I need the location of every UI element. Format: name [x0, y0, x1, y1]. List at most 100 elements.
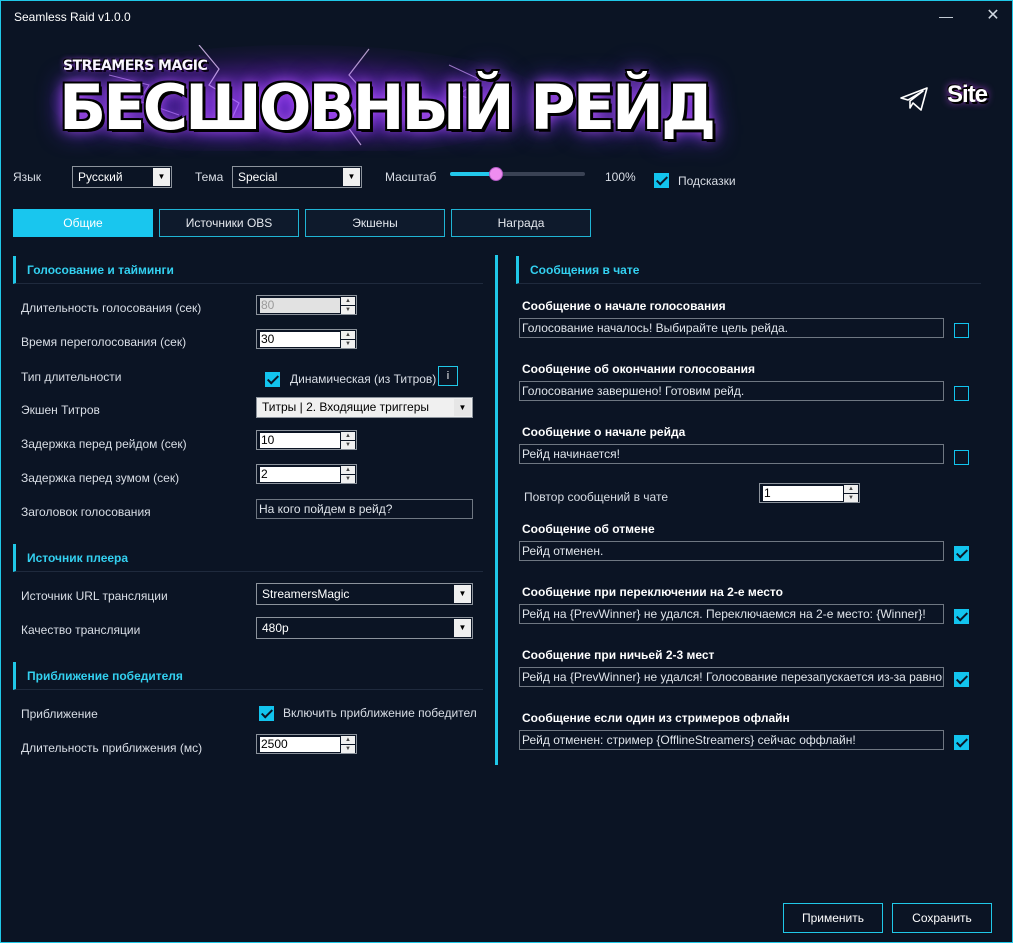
- url-source-select[interactable]: StreamersMagic ▼: [256, 583, 473, 605]
- language-select[interactable]: Русский ▼: [72, 166, 172, 188]
- chevron-down-icon[interactable]: ▼: [844, 494, 858, 502]
- zoom-delay-value: 2: [260, 467, 340, 482]
- raid-delay-label: Задержка перед рейдом (сек): [21, 437, 187, 451]
- scale-slider-thumb[interactable]: [488, 167, 503, 181]
- revote-time-value: 30: [260, 332, 340, 347]
- banner-title: БЕСШОВНЫЙ РЕЙД: [59, 71, 716, 144]
- tab-obs-sources[interactable]: Источники OBS: [159, 209, 299, 237]
- message-title: Сообщение о начале голосования: [522, 299, 726, 313]
- message-checkbox[interactable]: [954, 323, 969, 338]
- vote-title-label: Заголовок голосования: [21, 505, 151, 519]
- tab-reward[interactable]: Награда: [451, 209, 591, 237]
- chevron-up-icon[interactable]: ▲: [341, 331, 355, 339]
- revote-time-stepper[interactable]: 30 ▲ ▼: [256, 329, 357, 349]
- player-section-title: Источник плеера: [27, 551, 129, 565]
- message-input[interactable]: Голосование началось! Выбирайте цель рей…: [519, 318, 944, 338]
- zoom-duration-stepper[interactable]: 2500 ▲ ▼: [256, 734, 357, 754]
- apply-button[interactable]: Применить: [783, 903, 883, 933]
- duration-type-label: Тип длительности: [21, 370, 122, 384]
- minimize-button[interactable]: —: [932, 5, 960, 29]
- message-title: Сообщение о начале рейда: [522, 425, 686, 439]
- message-checkbox[interactable]: [954, 450, 969, 465]
- zoom-enable-label: Включить приближение победител: [283, 706, 477, 720]
- chevron-down-icon: ▼: [454, 399, 471, 416]
- theme-select[interactable]: Special ▼: [232, 166, 362, 188]
- scale-value: 100%: [605, 170, 636, 184]
- chevron-down-icon: ▼: [343, 168, 360, 186]
- raid-delay-value: 10: [260, 433, 340, 448]
- repeat-messages-label: Повтор сообщений в чате: [524, 490, 668, 504]
- vote-duration-label: Длительность голосования (сек): [21, 301, 202, 315]
- close-button[interactable]: ✕: [979, 5, 1007, 29]
- language-label: Язык: [13, 170, 42, 184]
- chevron-down-icon: ▼: [153, 168, 170, 186]
- url-source-label: Источник URL трансляции: [21, 589, 168, 603]
- chevron-up-icon[interactable]: ▲: [341, 466, 355, 474]
- titles-action-value: Титры | 2. Входящие триггеры: [262, 400, 429, 414]
- zoom-label: Приближение: [21, 707, 98, 721]
- chevron-up-icon[interactable]: ▲: [341, 432, 355, 440]
- zoom-enable-checkbox[interactable]: [259, 706, 274, 721]
- message-title: Сообщение об отмене: [522, 522, 655, 536]
- vote-duration-value: 80: [260, 298, 340, 313]
- message-input[interactable]: Рейд на {PrevWinner} не удался! Голосова…: [519, 667, 944, 687]
- save-button[interactable]: Сохранить: [892, 903, 992, 933]
- repeat-messages-stepper[interactable]: 1 ▲ ▼: [759, 483, 860, 503]
- chevron-up-icon[interactable]: ▲: [341, 736, 355, 744]
- info-button[interactable]: i: [438, 366, 458, 386]
- theme-value: Special: [238, 170, 278, 184]
- zoom-section-title: Приближение победителя: [27, 669, 183, 683]
- message-checkbox[interactable]: [954, 609, 969, 624]
- revote-time-label: Время переголосования (сек): [21, 335, 187, 349]
- title-bar: Seamless Raid v1.0.0 — ✕: [1, 1, 1012, 33]
- chevron-down-icon[interactable]: ▼: [341, 745, 355, 753]
- titles-action-label: Экшен Титров: [21, 403, 100, 417]
- message-title: Сообщение если один из стримеров офлайн: [522, 711, 790, 725]
- chevron-down-icon[interactable]: ▼: [341, 340, 355, 348]
- message-input[interactable]: Рейд отменен: стример {OfflineStreamers}…: [519, 730, 944, 750]
- quality-label: Качество трансляции: [21, 623, 141, 637]
- site-link[interactable]: Site: [947, 81, 988, 109]
- dynamic-duration-checkbox[interactable]: [265, 372, 280, 387]
- chevron-up-icon[interactable]: ▲: [341, 297, 355, 305]
- message-input[interactable]: Рейд отменен.: [519, 541, 944, 561]
- chevron-down-icon[interactable]: ▼: [341, 441, 355, 449]
- scale-slider[interactable]: [450, 167, 585, 181]
- chevron-down-icon: ▼: [454, 585, 471, 603]
- chat-section-header: Сообщения в чате: [516, 256, 981, 284]
- raid-delay-stepper[interactable]: 10 ▲ ▼: [256, 430, 357, 450]
- message-checkbox[interactable]: [954, 672, 969, 687]
- telegram-icon[interactable]: [899, 86, 929, 112]
- chevron-down-icon[interactable]: ▼: [341, 475, 355, 483]
- tab-actions[interactable]: Экшены: [305, 209, 445, 237]
- message-input[interactable]: Рейд начинается!: [519, 444, 944, 464]
- voting-section-header: Голосование и тайминги: [13, 256, 483, 284]
- chevron-up-icon[interactable]: ▲: [844, 485, 858, 493]
- vote-title-input[interactable]: На кого пойдем в рейд?: [256, 499, 473, 519]
- message-input[interactable]: Рейд на {PrevWinner} не удался. Переключ…: [519, 604, 944, 624]
- chat-section-title: Сообщения в чате: [530, 263, 640, 277]
- url-source-value: StreamersMagic: [262, 587, 350, 601]
- column-divider: [495, 255, 498, 765]
- message-checkbox[interactable]: [954, 386, 969, 401]
- titles-action-select[interactable]: Титры | 2. Входящие триггеры ▼: [256, 397, 473, 418]
- vote-duration-stepper[interactable]: 80 ▲ ▼: [256, 295, 357, 315]
- zoom-delay-label: Задержка перед зумом (сек): [21, 471, 180, 485]
- hints-label: Подсказки: [678, 174, 736, 188]
- hints-checkbox[interactable]: [654, 173, 669, 188]
- chevron-down-icon[interactable]: ▼: [341, 306, 355, 314]
- quality-select[interactable]: 480p ▼: [256, 617, 473, 639]
- app-window: Seamless Raid v1.0.0 — ✕ STREAMERS MAGIC…: [0, 0, 1013, 943]
- zoom-duration-value: 2500: [260, 737, 340, 752]
- voting-section-title: Голосование и тайминги: [27, 263, 174, 277]
- player-section-header: Источник плеера: [13, 544, 483, 572]
- message-checkbox[interactable]: [954, 735, 969, 750]
- message-title: Сообщение об окончании голосования: [522, 362, 756, 376]
- message-checkbox[interactable]: [954, 546, 969, 561]
- message-title: Сообщение при переключении на 2-е место: [522, 585, 783, 599]
- tab-general[interactable]: Общие: [13, 209, 153, 237]
- theme-label: Тема: [195, 170, 224, 184]
- window-title: Seamless Raid v1.0.0: [14, 10, 131, 24]
- message-input[interactable]: Голосование завершено! Готовим рейд.: [519, 381, 944, 401]
- zoom-delay-stepper[interactable]: 2 ▲ ▼: [256, 464, 357, 484]
